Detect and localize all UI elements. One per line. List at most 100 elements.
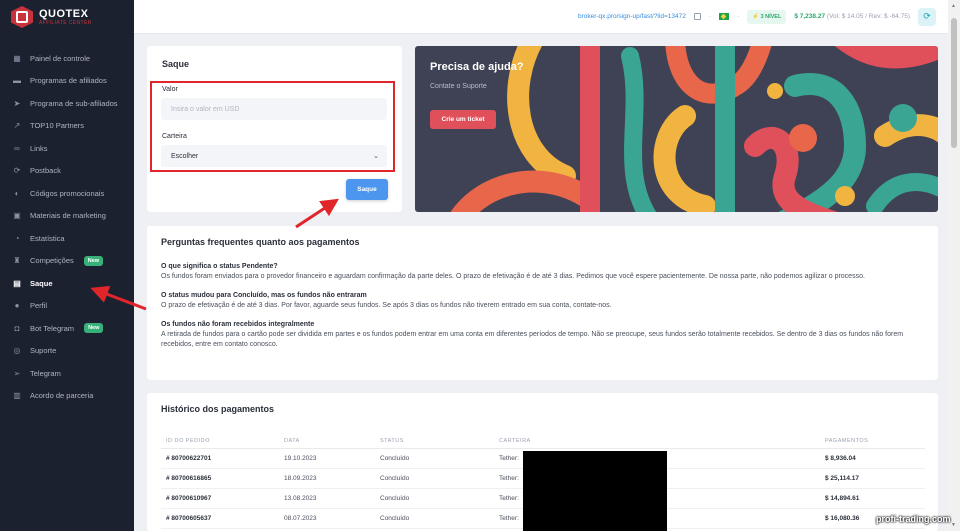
balance-value: $ 7,238.27: [794, 13, 826, 20]
order-date: 19.10.2023: [279, 448, 375, 469]
column-header-wallet[interactable]: CARTEIRA: [494, 434, 820, 449]
faq-question: O que significa o status Pendente?: [161, 263, 278, 270]
sidebar-item-label: Telegram: [30, 368, 61, 378]
level-label: 3 NÍVEL: [760, 13, 782, 20]
sidebar-item-materiais-de-marketing[interactable]: ▣ Materiais de marketing: [0, 205, 134, 228]
balance-details: (Vol: $ 14.05 / Rev: $ -64.75): [826, 13, 910, 20]
separator: ·: [708, 13, 711, 20]
withdraw-button[interactable]: Saque: [346, 179, 388, 200]
sidebar-item-label: Materiais de marketing: [30, 211, 106, 221]
create-ticket-button[interactable]: Crie um ticket: [430, 110, 496, 129]
sidebar-item-label: Bot Telegram: [30, 323, 75, 333]
sidebar-nav: ▦ Painel de controle ▬ Programas de afiliad…: [0, 47, 134, 407]
sidebar-item-label: Programa de sub-afiliados: [30, 98, 118, 108]
sidebar-item-competi-es[interactable]: ♜ Competições New: [0, 250, 134, 273]
sidebar-item-label: Painel de controle: [30, 53, 91, 63]
bot-icon: ◘: [14, 323, 20, 333]
order-status: Concluído: [375, 468, 494, 489]
order-id: # 80700610967: [161, 488, 279, 509]
logo[interactable]: QUOTEX AFFILIATE CENTER: [0, 0, 134, 34]
column-header-status[interactable]: STATUS: [375, 434, 494, 449]
order-amount: $ 14,894.61: [820, 488, 925, 509]
sidebar-item-label: TOP10 Partners: [30, 121, 85, 131]
new-badge: New: [84, 323, 104, 334]
sidebar-item-label: Competições: [30, 256, 74, 266]
column-header-id[interactable]: ID DO PEDIDO: [161, 434, 279, 449]
order-date: 08.07.2023: [279, 508, 375, 529]
separator: ·: [736, 13, 740, 20]
refresh-button[interactable]: ⟳: [918, 7, 936, 26]
sidebar: QUOTEX AFFILIATE CENTER ▦ Painel de contr…: [0, 0, 134, 531]
logo-name: QUOTEX: [39, 8, 89, 20]
sidebar-item-estat-stica[interactable]: ◔ Estatística: [0, 227, 134, 250]
faq-answer: A retirada de fundos para o cartão pode …: [161, 331, 904, 348]
order-id: # 80700616865: [161, 468, 279, 489]
amount-input[interactable]: Insira o valor em USD: [161, 98, 387, 120]
sidebar-item-perfil[interactable]: ● Perfil: [0, 295, 134, 318]
scroll-up-icon[interactable]: ▲: [951, 3, 956, 9]
withdraw-card: Saque Valor Insira o valor em USD Cartei…: [147, 46, 402, 212]
faq-card: Perguntas frequentes quanto aos pagament…: [147, 226, 938, 380]
wallet-select[interactable]: Escolher ⌄: [161, 145, 387, 167]
copy-icon[interactable]: [693, 13, 701, 20]
order-amount: $ 25,114.17: [820, 468, 925, 489]
sidebar-item-label: Links: [30, 143, 48, 153]
order-id: # 80700605637: [161, 508, 279, 529]
sidebar-item-postback[interactable]: ⟳ Postback: [0, 160, 134, 183]
dashboard-icon: ▦: [13, 53, 21, 63]
user-icon: ●: [14, 301, 20, 311]
level-badge: ⚡ 3 NÍVEL: [747, 9, 787, 24]
faq-item: O status mudou para Concluído, mas os fu…: [161, 292, 924, 311]
wallet-icon: ▤: [13, 278, 21, 288]
sidebar-item-links[interactable]: ∞ Links: [0, 137, 134, 160]
sidebar-item-label: Suporte: [30, 346, 57, 356]
redaction-box: [523, 451, 667, 531]
sidebar-item-label: Códigos promocionais: [30, 188, 105, 198]
sidebar-item-acordo-de-parceria[interactable]: ▥ Acordo de parceria: [0, 385, 134, 408]
page-scrollbar[interactable]: ▲ ▼: [948, 0, 960, 531]
sidebar-item-label: Acordo de parceria: [30, 391, 94, 401]
document-icon: ▥: [13, 391, 21, 401]
order-status: Concluído: [375, 508, 494, 529]
sidebar-item-telegram[interactable]: ➢ Telegram: [0, 362, 134, 385]
sidebar-item-painel-de-controle[interactable]: ▦ Painel de controle: [0, 47, 134, 70]
order-amount: $ 8,936.04: [820, 448, 925, 469]
balance: $ 7,238.27 (Vol: $ 14.05 / Rev: $ -64.75…: [794, 13, 910, 20]
telegram-icon: ➢: [13, 368, 21, 378]
sidebar-item-c-digos-promocionais[interactable]: ◐ Códigos promocionais: [0, 182, 134, 205]
refresh-icon: ⟳: [13, 166, 21, 176]
faq-question: O status mudou para Concluído, mas os fu…: [161, 292, 367, 299]
wallet-select-value: Escolher: [171, 152, 199, 160]
quotex-logo-icon: [11, 6, 33, 28]
faq-question: Os fundos não foram recebidos integralme…: [161, 321, 315, 328]
sidebar-item-top10-partners[interactable]: ↗ TOP10 Partners: [0, 115, 134, 138]
order-status: Concluído: [375, 488, 494, 509]
image-icon: ▣: [13, 211, 21, 221]
scroll-thumb[interactable]: [951, 18, 957, 148]
sidebar-item-saque[interactable]: ▤ Saque: [0, 272, 134, 295]
table-header-row: ID DO PEDIDO DATA STATUS CARTEIRA PAGAME…: [161, 434, 925, 449]
help-title: Precisa de ajuda?: [430, 61, 524, 73]
sidebar-item-label: Postback: [30, 166, 61, 176]
brazil-flag-icon[interactable]: [718, 13, 729, 20]
sidebar-item-programas-de-afiliados[interactable]: ▬ Programas de afiliados: [0, 70, 134, 93]
sidebar-item-programa-de-sub-afiliados[interactable]: ➤ Programa de sub-afiliados: [0, 92, 134, 115]
trend-icon: ↗: [13, 121, 21, 131]
folder-icon: ▬: [13, 76, 21, 86]
trophy-icon: ♜: [13, 256, 21, 266]
watermark: profi-trading.com: [876, 514, 951, 524]
scroll-down-icon[interactable]: ▼: [951, 522, 956, 528]
help-subtitle: Contate o Suporte: [430, 83, 487, 90]
column-header-date[interactable]: DATA: [279, 434, 375, 449]
withdraw-title: Saque: [162, 59, 190, 69]
referral-link[interactable]: broker-qx.pro/sign-up/fast/?lid=13472: [578, 13, 686, 20]
order-date: 18.09.2023: [279, 468, 375, 489]
history-title: Histórico dos pagamentos: [161, 404, 275, 414]
order-id: # 80700622701: [161, 448, 279, 469]
logo-subtitle: AFFILIATE CENTER: [39, 20, 92, 26]
sidebar-item-suporte[interactable]: ◎ Suporte: [0, 340, 134, 363]
faq-item: O que significa o status Pendente? Os fu…: [161, 263, 924, 282]
column-header-amount[interactable]: PAGAMENTOS: [820, 434, 925, 449]
sidebar-item-bot-telegram[interactable]: ◘ Bot Telegram New: [0, 317, 134, 340]
help-card: Precisa de ajuda? Contate o Suporte Crie…: [415, 46, 938, 212]
